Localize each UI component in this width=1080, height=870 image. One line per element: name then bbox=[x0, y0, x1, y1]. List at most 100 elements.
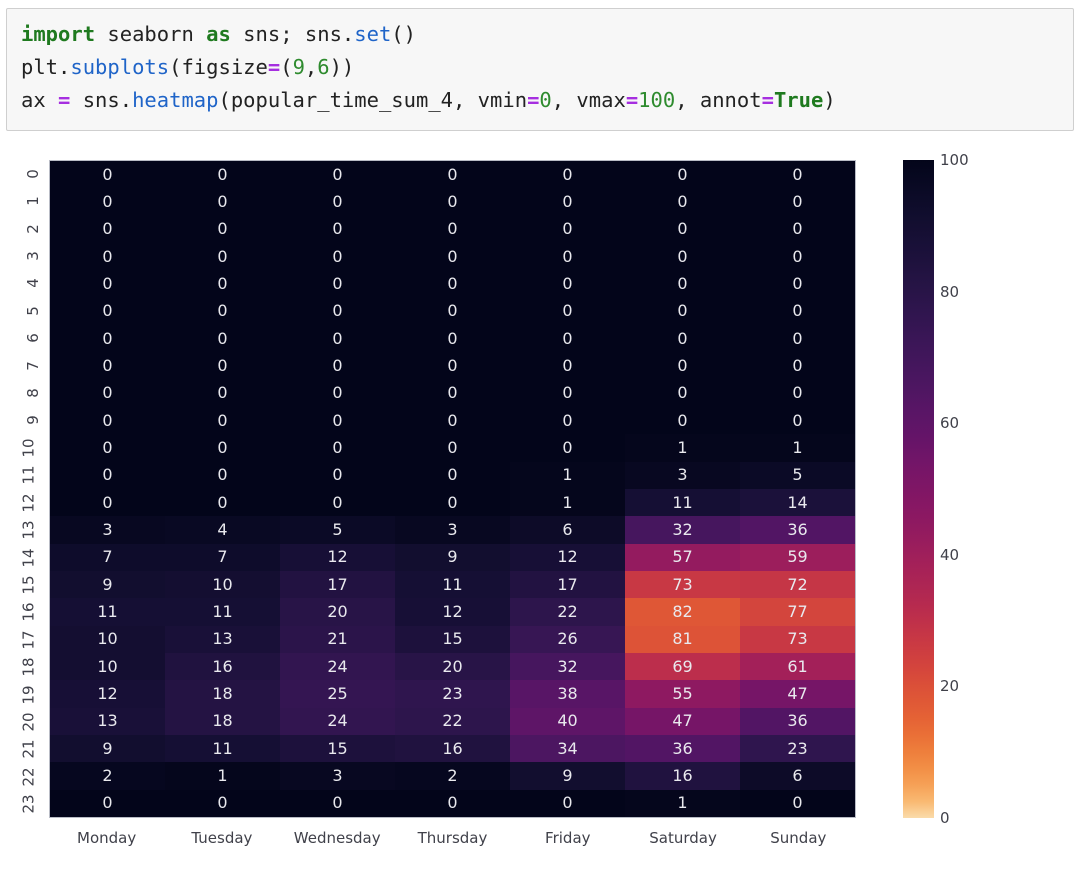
code-cell[interactable]: import seaborn as sns; sns.set() plt.sub… bbox=[6, 8, 1074, 131]
heatmap-cell-annotation: 0 bbox=[332, 465, 343, 485]
y-axis-tick-label: 15 bbox=[0, 571, 38, 598]
heatmap-cell-annotation: 0 bbox=[562, 219, 573, 239]
heatmap-cell-annotation: 36 bbox=[787, 711, 808, 731]
heatmap-cell: 0 bbox=[165, 789, 280, 817]
y-axis-tick-text: 1 bbox=[24, 196, 43, 206]
heatmap-cell-annotation: 0 bbox=[677, 246, 688, 266]
heatmap-cell: 59 bbox=[740, 543, 855, 571]
heatmap-cell: 22 bbox=[395, 707, 510, 735]
heatmap-cell-annotation: 0 bbox=[447, 383, 458, 403]
heatmap-cell: 13 bbox=[165, 625, 280, 653]
heatmap-cell-annotation: 72 bbox=[787, 574, 808, 594]
heatmap-cell: 0 bbox=[740, 407, 855, 435]
heatmap-cell-annotation: 10 bbox=[97, 629, 118, 649]
heatmap-cell: 36 bbox=[625, 735, 740, 763]
heatmap-cell-annotation: 16 bbox=[212, 656, 233, 676]
heatmap-cell: 32 bbox=[625, 516, 740, 544]
y-axis-tick-label: 11 bbox=[0, 462, 38, 489]
heatmap-cell: 3 bbox=[50, 516, 165, 544]
y-axis-tick-text: 7 bbox=[24, 360, 43, 371]
heatmap-cell: 0 bbox=[50, 297, 165, 325]
heatmap-cell: 3 bbox=[280, 762, 395, 790]
heatmap-cell: 0 bbox=[50, 379, 165, 407]
heatmap-cell-annotation: 0 bbox=[562, 301, 573, 321]
heatmap-cell-annotation: 0 bbox=[792, 191, 803, 211]
heatmap-cell: 0 bbox=[280, 461, 395, 489]
heatmap-cell-annotation: 20 bbox=[327, 601, 348, 621]
heatmap-cell: 24 bbox=[280, 707, 395, 735]
heatmap-cell: 22 bbox=[510, 598, 625, 626]
heatmap-cell: 0 bbox=[280, 379, 395, 407]
code-token: = bbox=[267, 55, 281, 79]
heatmap-cell: 0 bbox=[625, 270, 740, 298]
heatmap-cell-annotation: 0 bbox=[792, 383, 803, 403]
code-token: plt. bbox=[21, 55, 71, 79]
heatmap-cell: 0 bbox=[395, 297, 510, 325]
heatmap-cell-annotation: 14 bbox=[787, 492, 808, 512]
heatmap-cell: 10 bbox=[50, 653, 165, 681]
heatmap-cell-annotation: 0 bbox=[447, 410, 458, 430]
heatmap-cell: 23 bbox=[740, 735, 855, 763]
heatmap-cell: 9 bbox=[50, 571, 165, 599]
heatmap-cell-annotation: 55 bbox=[672, 683, 693, 703]
heatmap-cell: 5 bbox=[280, 516, 395, 544]
y-axis-tick-label: 3 bbox=[0, 242, 42, 269]
code-token: set bbox=[354, 22, 392, 46]
heatmap-cell: 17 bbox=[280, 571, 395, 599]
heatmap-cell-annotation: 17 bbox=[557, 574, 578, 594]
x-axis-tick-labels: Monday Tuesday Wednesday Thursday Friday Satu… bbox=[49, 823, 856, 857]
heatmap-cell-annotation: 0 bbox=[102, 273, 113, 293]
x-axis-tick-label: Saturday bbox=[649, 829, 717, 847]
heatmap-cell-annotation: 23 bbox=[787, 738, 808, 758]
heatmap-cell-annotation: 0 bbox=[102, 246, 113, 266]
heatmap-cell-annotation: 15 bbox=[327, 738, 348, 758]
heatmap-cell-annotation: 16 bbox=[442, 738, 463, 758]
heatmap-cell-annotation: 0 bbox=[217, 273, 228, 293]
heatmap-cell-annotation: 0 bbox=[217, 465, 228, 485]
colorbar-tick-label: 20 bbox=[940, 677, 960, 696]
heatmap-cell: 6 bbox=[510, 516, 625, 544]
heatmap-cell: 0 bbox=[395, 325, 510, 353]
y-axis-tick-label: 2 bbox=[0, 215, 42, 242]
y-axis-tick-text: 12 bbox=[19, 493, 38, 513]
heatmap-cell: 61 bbox=[740, 653, 855, 681]
heatmap-cell: 40 bbox=[510, 707, 625, 735]
colorbar-tick-label: 80 bbox=[940, 282, 960, 301]
heatmap-cell-annotation: 0 bbox=[332, 437, 343, 457]
y-axis-tick-label: 9 bbox=[0, 407, 42, 434]
y-axis-tick-text: 0 bbox=[24, 168, 43, 179]
heatmap-cell-annotation: 0 bbox=[447, 328, 458, 348]
heatmap-figure: 0 1 2 3 4 5 6 7 8 9 10 11 12 13 14 15 16 17 18 19 20 21 22 23 0… bbox=[0, 131, 1080, 870]
y-axis-tick-text: 13 bbox=[19, 520, 38, 540]
heatmap-cell-annotation: 2 bbox=[447, 765, 458, 785]
heatmap-cell-annotation: 0 bbox=[332, 301, 343, 321]
code-token: , bbox=[304, 55, 318, 79]
heatmap-cell-annotation: 0 bbox=[447, 437, 458, 457]
heatmap-cell-annotation: 7 bbox=[217, 547, 228, 567]
heatmap-cell: 1 bbox=[165, 762, 280, 790]
heatmap-cell-annotation: 10 bbox=[212, 574, 233, 594]
heatmap-cell-annotation: 0 bbox=[102, 191, 113, 211]
code-token: (popular_time_sum_4, vmin bbox=[218, 88, 528, 112]
heatmap-cell: 1 bbox=[740, 434, 855, 462]
heatmap-cell: 0 bbox=[50, 489, 165, 517]
heatmap-cell: 16 bbox=[395, 735, 510, 763]
heatmap-cell-annotation: 36 bbox=[787, 519, 808, 539]
heatmap-cell: 0 bbox=[740, 789, 855, 817]
heatmap-cell-annotation: 0 bbox=[447, 219, 458, 239]
code-token: 6 bbox=[317, 55, 330, 79]
heatmap-cell-annotation: 0 bbox=[562, 273, 573, 293]
code-token: = bbox=[625, 88, 639, 112]
heatmap-cell-annotation: 15 bbox=[442, 629, 463, 649]
heatmap-cell-annotation: 0 bbox=[677, 164, 688, 184]
code-token: sns; sns. bbox=[230, 22, 355, 46]
heatmap-cell: 0 bbox=[625, 297, 740, 325]
heatmap-cell-annotation: 0 bbox=[217, 219, 228, 239]
heatmap-cell-annotation: 0 bbox=[677, 191, 688, 211]
heatmap-cell-annotation: 0 bbox=[102, 410, 113, 430]
code-token: 0 bbox=[539, 88, 552, 112]
heatmap-cell: 11 bbox=[395, 571, 510, 599]
heatmap-cell: 23 bbox=[395, 680, 510, 708]
y-axis-tick-label: 1 bbox=[0, 187, 42, 214]
heatmap-cell: 55 bbox=[625, 680, 740, 708]
